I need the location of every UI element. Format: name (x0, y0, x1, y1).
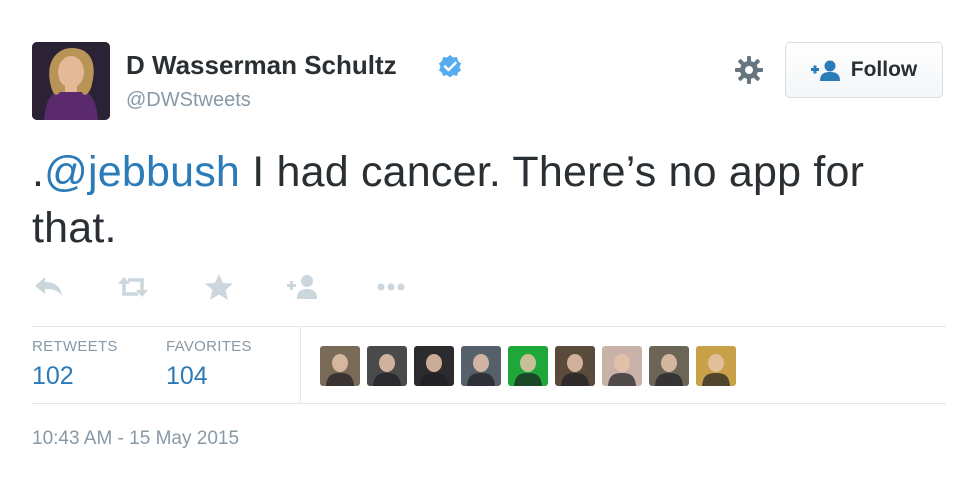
favoriter-avatar[interactable] (367, 346, 407, 386)
favorites-label: FAVORITES (166, 338, 252, 355)
favorite-icon[interactable] (202, 272, 236, 302)
stats-top-divider (32, 326, 946, 327)
favoriters-avatars (320, 346, 736, 386)
tweet-prefix: . (32, 148, 45, 196)
retweets-count[interactable]: 102 (32, 362, 74, 391)
tweet-timestamp[interactable]: 10:43 AM - 15 May 2015 (32, 428, 239, 450)
tweet-mention-link[interactable]: @jebbush (44, 148, 240, 196)
follow-user-icon (810, 60, 840, 81)
more-icon[interactable] (374, 272, 408, 302)
favoriter-avatar[interactable] (602, 346, 642, 386)
reply-icon[interactable] (32, 272, 66, 302)
favoriter-avatar[interactable] (320, 346, 360, 386)
user-handle[interactable]: @DWStweets (126, 89, 251, 112)
favoriter-avatar[interactable] (414, 346, 454, 386)
favoriter-avatar[interactable] (555, 346, 595, 386)
tweet-text: .@jebbush I had cancer. There’s no app f… (32, 144, 952, 256)
favoriter-avatar[interactable] (649, 346, 689, 386)
user-display-name[interactable]: D Wasserman Schultz (126, 50, 397, 81)
verified-badge-icon (439, 55, 461, 78)
profile-avatar[interactable] (32, 42, 110, 120)
gear-icon[interactable] (734, 55, 764, 85)
follow-button-label: Follow (850, 58, 918, 81)
favorites-count[interactable]: 104 (166, 362, 208, 391)
stats-vertical-divider (300, 326, 301, 403)
favoriter-avatar[interactable] (696, 346, 736, 386)
retweet-icon[interactable] (116, 272, 150, 302)
favoriter-avatar[interactable] (508, 346, 548, 386)
favoriter-avatar[interactable] (461, 346, 501, 386)
follow-button[interactable]: Follow (785, 42, 943, 98)
follow-user-icon[interactable] (286, 272, 320, 302)
stats-bottom-divider (32, 403, 946, 404)
retweets-label: RETWEETS (32, 338, 118, 355)
